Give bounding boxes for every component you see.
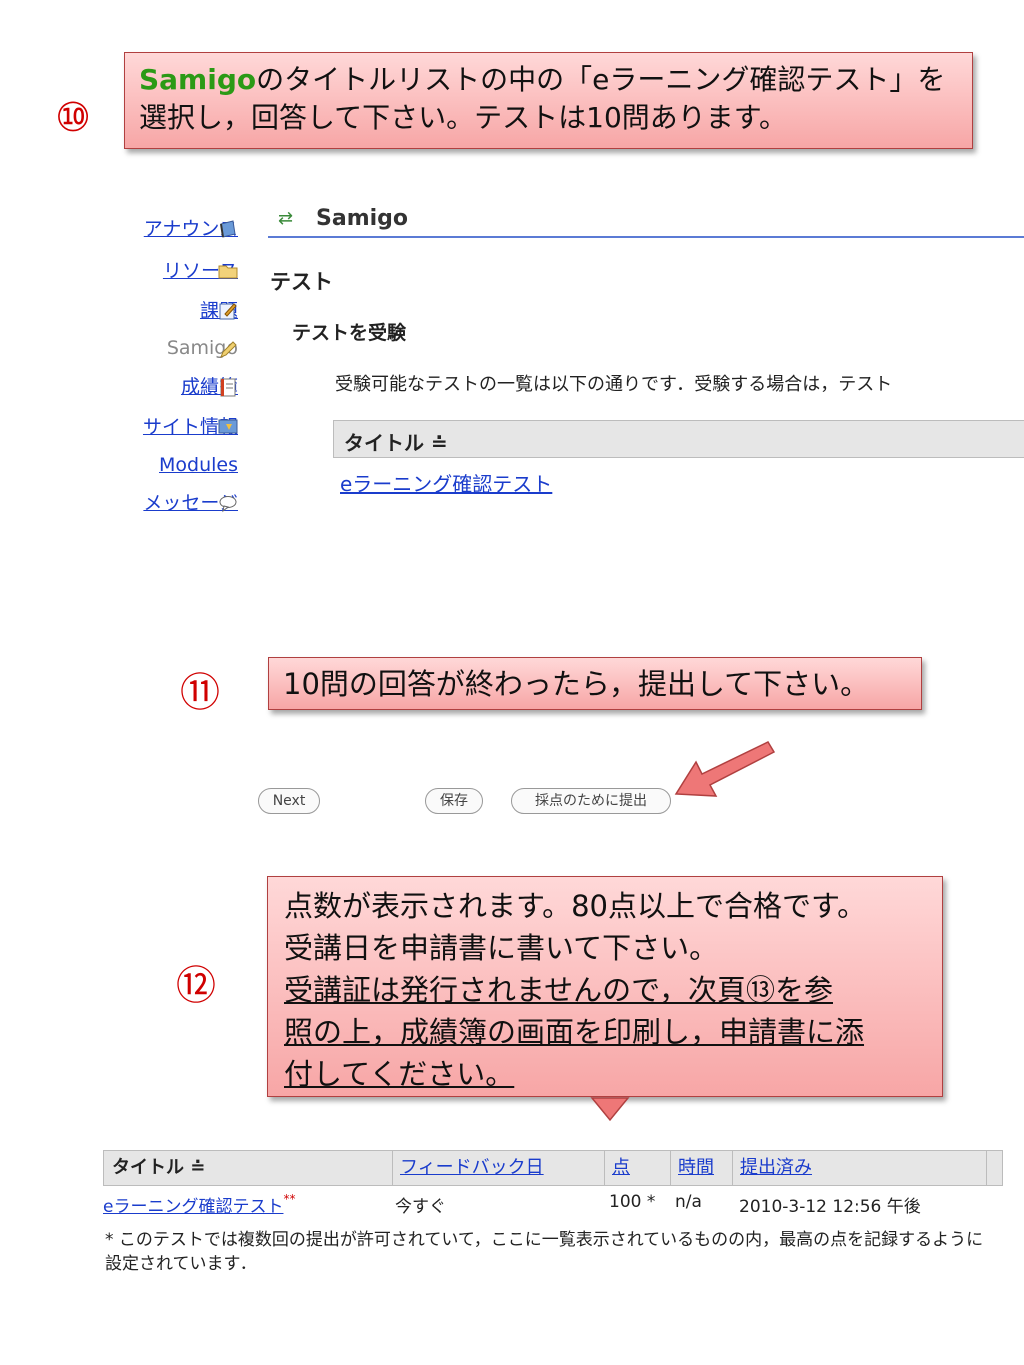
test-link[interactable]: eラーニング確認テスト (340, 468, 552, 497)
instruction-callout-11: 10問の回答が終わったら，提出して下さい。 (268, 657, 922, 710)
step-number-11: ⑪ (180, 671, 220, 715)
submitted-value: 2010-3-12 12:56 午後 (739, 1197, 921, 1217)
result-test-link[interactable]: eラーニング確認テスト (103, 1197, 283, 1217)
sidebar-item-modules[interactable]: Modules (159, 454, 238, 476)
col-title[interactable]: タイトル ≐ (112, 1151, 205, 1185)
instruction-callout-10: Samigoのタイトルリストの中の「eラーニング確認テスト」を 選択し，回答して… (124, 52, 973, 149)
save-button[interactable]: 保存 (425, 788, 483, 814)
site-info-icon (218, 419, 238, 434)
announcement-icon (220, 220, 236, 238)
results-note: * このテストでは複数回の提出が許可されていて，ここに一覧表示されているものの内… (105, 1230, 984, 1274)
reset-arrows-icon[interactable]: ⇄ (278, 208, 293, 229)
results-table-header: タイトル ≐ フィードバック日 点 時間 提出済み (103, 1150, 1003, 1186)
test-list-table-header[interactable]: タイトル ≐ (333, 420, 1024, 458)
down-arrow-icon (590, 1097, 630, 1122)
gradebook-icon (220, 378, 236, 397)
section-heading: テストを受験 (292, 322, 407, 344)
folder-icon (218, 265, 238, 279)
samigo-label: Samigo (139, 63, 257, 96)
description-text: 受験可能なテストの一覧は以下の通りです．受験する場合は，テスト (335, 374, 893, 395)
tool-title-bar: ⇄ Samigo (268, 206, 1024, 238)
assignment-icon (219, 303, 237, 320)
feedback-value: 今すぐ (395, 1197, 446, 1217)
step-number-12: ⑫ (176, 964, 216, 1008)
time-value: n/a (675, 1192, 702, 1212)
pointer-arrow-icon (674, 741, 776, 797)
tool-title: Samigo (316, 206, 409, 231)
next-button[interactable]: Next (258, 788, 320, 814)
col-score[interactable]: 点 (612, 1151, 630, 1185)
page-heading: テスト (270, 270, 333, 294)
col-submitted[interactable]: 提出済み (740, 1151, 812, 1185)
instruction-callout-12: 点数が表示されます。80点以上で合格です。 受講日を申請書に書いて下さい。 受講… (267, 876, 943, 1097)
step-number-10: ⑩ (55, 96, 91, 140)
score-value: 100 * (609, 1192, 656, 1212)
submit-for-grading-button[interactable]: 採点のために提出 (511, 788, 671, 814)
col-time[interactable]: 時間 (678, 1151, 714, 1185)
message-icon (219, 496, 237, 513)
col-feedback-date[interactable]: フィードバック日 (400, 1151, 544, 1185)
pencil-icon (220, 341, 237, 358)
